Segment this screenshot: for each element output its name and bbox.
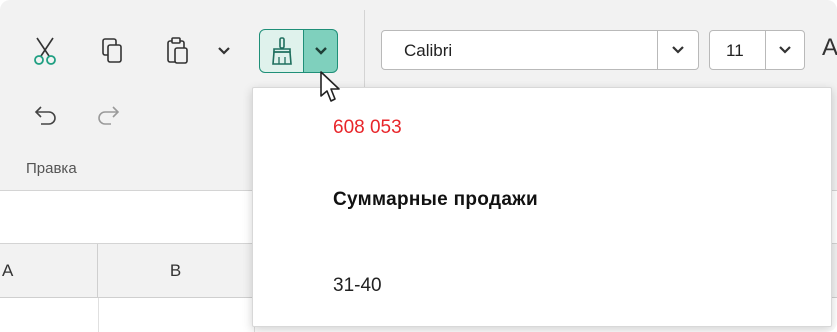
chevron-down-icon bbox=[672, 46, 684, 54]
dropdown-item-red-number[interactable]: 608 053 bbox=[253, 98, 831, 158]
font-size-value: 11 bbox=[726, 41, 744, 60]
app-window: Правка Calibri 11 A A B 608 053 Суммарны… bbox=[0, 0, 837, 332]
font-family-value: Calibri bbox=[404, 41, 453, 60]
copy-icon bbox=[102, 38, 122, 63]
font-size-select[interactable]: 11 bbox=[709, 30, 805, 70]
redo-button[interactable] bbox=[92, 100, 126, 130]
column-header-a[interactable]: A bbox=[0, 244, 98, 297]
format-painter-dropdown-button[interactable] bbox=[304, 29, 338, 73]
cut-button[interactable] bbox=[28, 34, 62, 68]
font-family-dropdown-toggle[interactable] bbox=[657, 31, 698, 69]
increase-font-size-button[interactable]: A bbox=[822, 34, 837, 62]
undo-button[interactable] bbox=[28, 100, 62, 130]
chevron-down-icon bbox=[314, 47, 327, 55]
dropdown-item-range[interactable]: 31-40 bbox=[253, 256, 831, 316]
redo-icon bbox=[98, 106, 120, 125]
mouse-cursor-icon bbox=[320, 71, 340, 102]
dropdown-item-bold-heading[interactable]: Суммарные продажи bbox=[253, 170, 831, 230]
paint-brush-icon bbox=[271, 37, 292, 65]
font-size-dropdown-toggle[interactable] bbox=[765, 31, 804, 69]
clipboard-icon bbox=[167, 37, 188, 64]
paste-button[interactable] bbox=[162, 34, 194, 68]
undo-icon bbox=[34, 106, 56, 125]
paste-options-button[interactable] bbox=[214, 40, 234, 62]
copy-button[interactable] bbox=[96, 34, 128, 68]
chevron-down-icon bbox=[218, 47, 230, 55]
format-painter-dropdown: 608 053 Суммарные продажи 31-40 bbox=[252, 87, 832, 327]
column-header-b[interactable]: B bbox=[98, 244, 254, 297]
edit-group-label: Правка bbox=[26, 160, 77, 177]
scissors-icon bbox=[34, 37, 56, 65]
format-painter-button[interactable] bbox=[259, 29, 304, 73]
font-family-select[interactable]: Calibri bbox=[381, 30, 699, 70]
cell-divider bbox=[98, 298, 99, 332]
chevron-down-icon bbox=[779, 46, 791, 54]
